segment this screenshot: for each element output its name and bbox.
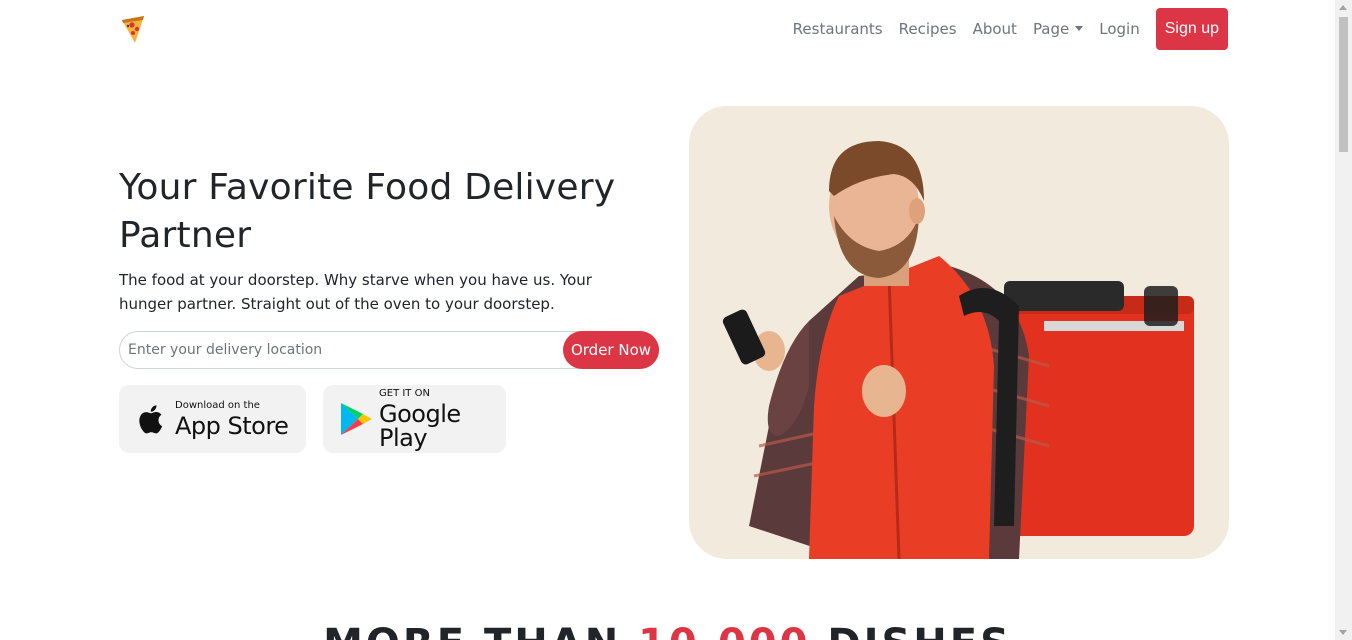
nav-dropdown-label: Page xyxy=(1032,20,1070,38)
section-heading-prefix: MORE THAN xyxy=(323,621,638,640)
section-heading-accent: 10,000 xyxy=(638,621,810,640)
scroll-up-arrow-icon[interactable] xyxy=(1339,5,1347,10)
nav-link-about[interactable]: About xyxy=(965,20,1025,38)
delivery-location-input[interactable] xyxy=(128,332,558,368)
google-play-icon xyxy=(339,400,373,438)
google-play-button[interactable]: GET IT ON Google Play xyxy=(323,385,506,453)
scrollbar-thumb[interactable] xyxy=(1339,17,1348,152)
signup-button[interactable]: Sign up xyxy=(1155,8,1228,50)
nav-dropdown-page[interactable]: Page xyxy=(1025,20,1091,38)
location-search-group: Order Now xyxy=(119,331,659,369)
app-store-small-label: Download on the xyxy=(175,399,260,411)
hero-title: Your Favorite Food Delivery Partner xyxy=(119,167,616,256)
section-heading-suffix: DISHES xyxy=(810,621,1011,640)
order-now-button[interactable]: Order Now xyxy=(563,331,659,369)
pizza-slice-icon[interactable] xyxy=(119,14,147,46)
google-play-small-label: GET IT ON xyxy=(379,387,430,399)
delivery-man-illustration xyxy=(722,141,1194,559)
section-heading: MORE THAN 10,000 DISHES xyxy=(0,620,1335,640)
app-store-text: Download on the App Store xyxy=(175,399,289,440)
nav-links: Restaurants Recipes About Page Login Sig… xyxy=(785,8,1228,50)
hero-subtitle: The food at your doorstep. Why starve wh… xyxy=(119,271,592,313)
hero-image xyxy=(689,106,1229,559)
google-play-text: GET IT ON Google Play xyxy=(379,387,506,452)
app-store-button[interactable]: Download on the App Store xyxy=(119,385,306,453)
nav-link-login[interactable]: Login xyxy=(1091,20,1147,38)
nav-link-restaurants[interactable]: Restaurants xyxy=(785,20,891,38)
google-play-big-label: Google Play xyxy=(379,399,461,452)
nav-link-recipes[interactable]: Recipes xyxy=(891,20,965,38)
app-store-big-label: App Store xyxy=(175,411,289,440)
apple-icon xyxy=(135,400,169,438)
chevron-down-icon xyxy=(1075,25,1084,31)
page-scrollbar[interactable] xyxy=(1335,0,1352,640)
navbar: Restaurants Recipes About Page Login Sig… xyxy=(0,0,1335,58)
scroll-down-arrow-icon[interactable] xyxy=(1339,630,1347,635)
